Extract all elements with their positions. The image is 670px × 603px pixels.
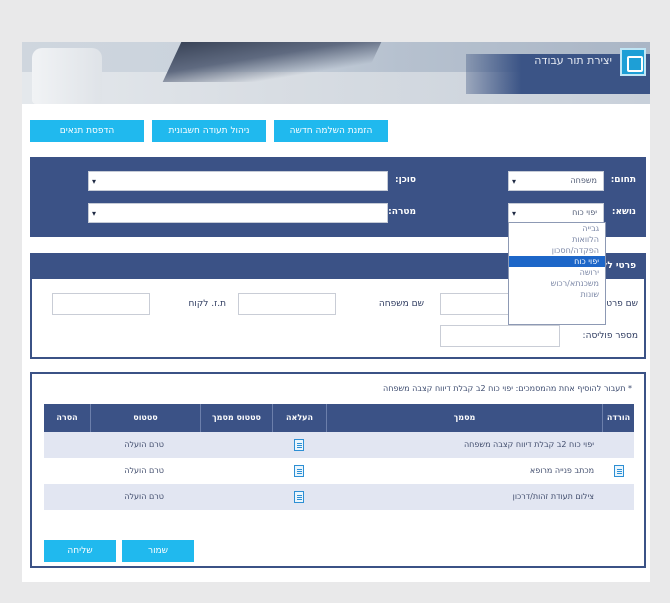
domain-select-value: משפחה [570,176,597,185]
col-upload: העלאה [272,404,326,432]
documents-table: הורדה מסמך העלאה סטטוס מסמך סטטוס הסרה י… [44,404,634,510]
topic-select[interactable]: ▾ יפוי כוח [508,203,604,223]
upload-icon[interactable] [294,439,304,451]
doc-name: מכתב פנייה מרופא [529,466,594,475]
dropdown-option[interactable]: הפקדה/חסכון [509,245,605,256]
dropdown-option[interactable]: ירושה [509,267,605,278]
topic-dropdown-list[interactable]: גבייה הלוואות הפקדה/חסכון יפוי כוח ירושה… [508,222,606,325]
col-download: הורדה [602,404,634,432]
chevron-down-icon: ▾ [512,209,517,218]
purpose-label: מטרה: [388,207,416,217]
dropdown-option-selected[interactable]: יפוי כוח [509,256,605,267]
doc-status: טרם הועלה [124,440,164,449]
col-document: מסמך [326,404,602,432]
topic-label: נושא: [611,207,636,217]
last-name-label: שם משפחה [378,299,424,309]
chevron-down-icon: ▾ [92,177,97,186]
topic-select-value: יפוי כוח [572,208,597,217]
col-doc-status: סטטוס מסמך [200,404,272,432]
doc-status: טרם הועלה [124,466,164,475]
banner-cup [32,48,102,104]
id-input[interactable] [52,293,150,315]
send-button[interactable]: שליחה [44,540,116,562]
page-title: יצירת תור עבודה [534,54,612,67]
main-frame: יצירת תור עבודה הזמנת השלמה חדשה ניהול ת… [22,42,650,582]
upload-icon[interactable] [294,491,304,503]
manage-invoice-button[interactable]: ניהול תעודה חשבונית [152,120,266,142]
last-name-input[interactable] [238,293,336,315]
save-button[interactable]: שמור [122,540,194,562]
dropdown-option[interactable]: הלוואות [509,234,605,245]
dropdown-option[interactable]: משכנתא/רכוש [509,278,605,289]
header-banner: יצירת תור עבודה [22,42,650,104]
policy-label: מספר פוליסה: [582,331,638,341]
chevron-down-icon: ▾ [512,177,517,186]
table-row: יפוי כוח 2ב קבלת דיווח קצבה משפחה טרם הו… [44,432,634,458]
doc-status: טרם הועלה [124,492,164,501]
col-remove: הסרה [56,413,78,422]
domain-label: תחום: [610,175,636,185]
dropdown-option[interactable]: שונות [509,289,605,300]
print-terms-button[interactable]: הדפסת תנאים [30,120,144,142]
documents-note: * תעבור להוסיף אחת מהמסמכים: יפוי כוח 2ב… [383,384,632,393]
upload-icon[interactable] [294,465,304,477]
documents-panel: * תעבור להוסיף אחת מהמסמכים: יפוי כוח 2ב… [30,372,646,568]
col-status: סטטוס [90,404,200,432]
id-label: ת.ז. לקוח [188,299,226,309]
table-row: מכתב פנייה מרופא טרם הועלה [44,458,634,484]
domain-select[interactable]: ▾ משפחה [508,171,604,191]
doc-name: יפוי כוח 2ב קבלת דיווח קצבה משפחה [463,440,594,449]
doc-name: צילום תעודת זהות/דרכון [512,492,594,501]
policy-input[interactable] [440,325,560,347]
new-request-button[interactable]: הזמנת השלמה חדשה [274,120,388,142]
table-header: הורדה מסמך העלאה סטטוס מסמך סטטוס הסרה [44,404,634,432]
purpose-select[interactable]: ▾ [88,203,388,223]
table-row: צילום תעודת זהות/דרכון טרם הועלה [44,484,634,510]
agent-select[interactable]: ▾ [88,171,388,191]
download-icon[interactable] [614,465,624,477]
agent-label: סוכן: [395,175,416,185]
logo-icon [620,48,646,76]
banner-paper [162,42,382,82]
chevron-down-icon: ▾ [92,209,97,218]
dropdown-option[interactable]: גבייה [509,223,605,234]
